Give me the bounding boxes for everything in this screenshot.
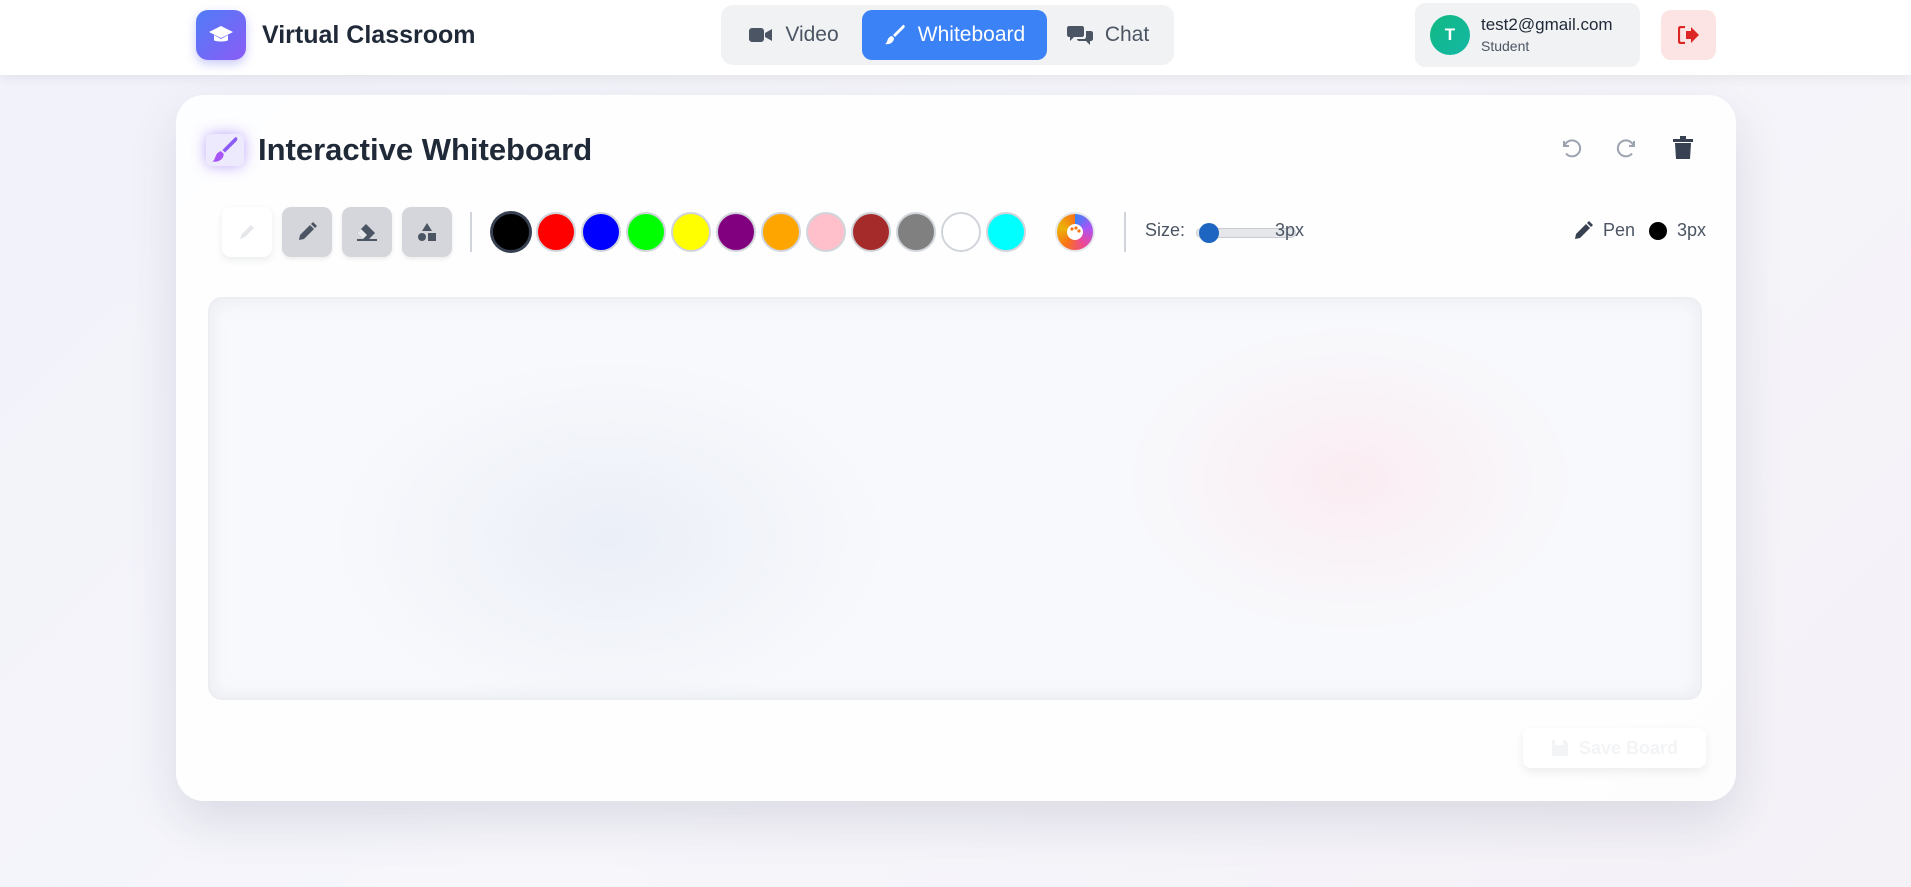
toolbar-divider bbox=[470, 212, 472, 252]
undo-icon[interactable] bbox=[1558, 135, 1584, 161]
eraser-icon bbox=[357, 224, 377, 241]
paintbrush-icon bbox=[206, 134, 244, 166]
floppy-disk-icon bbox=[1551, 740, 1568, 756]
color-swatch[interactable] bbox=[851, 212, 891, 252]
toolbar-divider bbox=[1124, 212, 1126, 252]
trash-icon[interactable] bbox=[1670, 135, 1696, 161]
shapes-icon bbox=[418, 223, 436, 241]
tab-label: Video bbox=[785, 23, 839, 46]
save-board-button[interactable]: Save Board bbox=[1523, 728, 1706, 768]
current-tool-status: Pen 3px bbox=[1573, 220, 1706, 241]
palette-icon bbox=[1067, 224, 1083, 240]
shapes-tool-button[interactable] bbox=[402, 207, 452, 257]
paintbrush-icon bbox=[884, 24, 905, 45]
user-email: test2@gmail.com bbox=[1481, 15, 1613, 35]
sign-out-icon bbox=[1677, 26, 1699, 44]
status-tool: Pen bbox=[1602, 220, 1635, 240]
top-navbar: Virtual Classroom Video Whiteboard Chat bbox=[0, 0, 1911, 75]
pen-tool-button[interactable] bbox=[282, 207, 332, 257]
app-title: Virtual Classroom bbox=[262, 20, 476, 49]
color-swatch[interactable] bbox=[581, 212, 621, 252]
tab-label: Chat bbox=[1104, 23, 1150, 46]
whiteboard-canvas[interactable] bbox=[208, 297, 1702, 700]
drawing-toolbar: Size: 3px Pen 3px bbox=[206, 202, 1706, 262]
slider-thumb[interactable] bbox=[1199, 223, 1220, 243]
select-tool-button[interactable] bbox=[222, 207, 272, 257]
graduation-cap-icon bbox=[196, 10, 246, 60]
eraser-tool-button[interactable] bbox=[342, 207, 392, 257]
color-swatch[interactable] bbox=[761, 212, 801, 252]
user-info: test2@gmail.com Student bbox=[1481, 15, 1613, 54]
color-swatch[interactable] bbox=[986, 212, 1026, 252]
color-swatch[interactable] bbox=[536, 212, 576, 252]
page-title: Interactive Whiteboard bbox=[258, 132, 593, 167]
pen-icon bbox=[299, 222, 317, 240]
brand: Virtual Classroom bbox=[196, 10, 476, 60]
chat-bubbles-icon bbox=[1066, 26, 1093, 45]
redo-icon[interactable] bbox=[1614, 135, 1640, 161]
view-tabs: Video Whiteboard Chat bbox=[721, 5, 1174, 65]
whiteboard-card: Interactive Whiteboard Size: 3px Pen 3px… bbox=[176, 95, 1736, 801]
custom-color-button[interactable] bbox=[1055, 212, 1095, 252]
color-swatch[interactable] bbox=[806, 212, 846, 252]
user-role: Student bbox=[1481, 37, 1530, 54]
user-card[interactable]: T test2@gmail.com Student bbox=[1415, 3, 1640, 67]
status-color-dot bbox=[1648, 221, 1667, 240]
tab-chat[interactable]: Chat bbox=[1047, 10, 1169, 60]
color-swatch[interactable] bbox=[491, 212, 531, 252]
status-size: 3px bbox=[1676, 220, 1706, 240]
size-value: 3px bbox=[1275, 220, 1305, 240]
color-swatch[interactable] bbox=[626, 212, 666, 252]
color-swatch[interactable] bbox=[896, 212, 936, 252]
color-swatch[interactable] bbox=[716, 212, 756, 252]
color-swatch[interactable] bbox=[671, 212, 711, 252]
avatar: T bbox=[1430, 15, 1470, 55]
color-swatch[interactable] bbox=[941, 212, 981, 252]
logout-button[interactable] bbox=[1661, 10, 1716, 60]
tab-whiteboard[interactable]: Whiteboard bbox=[862, 10, 1047, 60]
save-label: Save Board bbox=[1578, 737, 1679, 758]
card-header: Interactive Whiteboard bbox=[206, 132, 592, 168]
board-actions bbox=[1558, 135, 1696, 161]
video-camera-icon bbox=[749, 28, 773, 42]
pen-icon bbox=[1573, 220, 1593, 241]
tab-video[interactable]: Video bbox=[726, 10, 862, 60]
pen-outline-icon bbox=[240, 225, 254, 239]
size-label: Size: bbox=[1145, 220, 1186, 240]
tab-label: Whiteboard bbox=[917, 23, 1026, 46]
